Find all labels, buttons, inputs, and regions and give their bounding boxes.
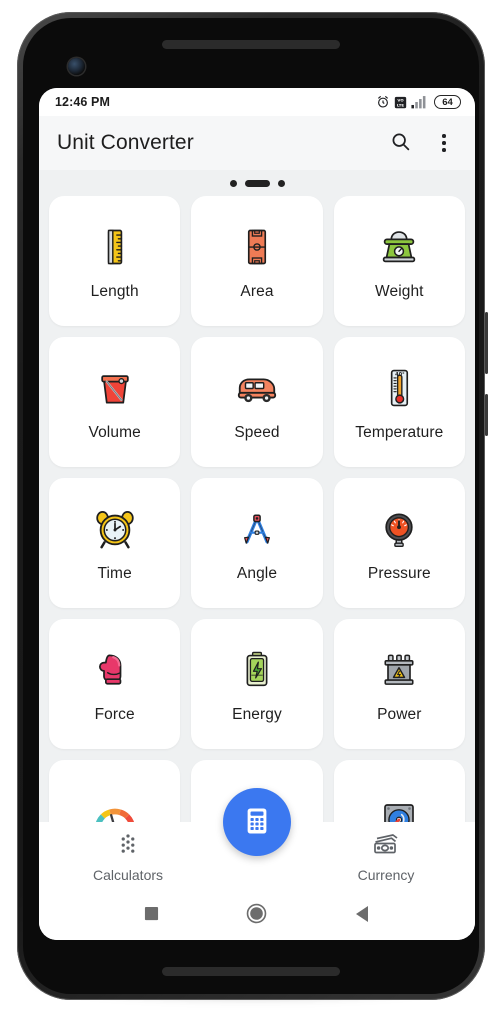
- svg-text:LTE: LTE: [397, 102, 404, 107]
- page-indicator[interactable]: [39, 170, 475, 196]
- svg-text:40°: 40°: [395, 372, 405, 378]
- volte-icon: VO LTE: [394, 96, 407, 109]
- alarm-clock-icon: [90, 504, 140, 554]
- category-label: Weight: [375, 283, 424, 301]
- category-label: Force: [94, 706, 135, 724]
- earpiece-speaker: [162, 40, 340, 49]
- bucket-icon: [90, 363, 140, 413]
- nav-label: Currency: [357, 867, 415, 883]
- category-card-volume[interactable]: Volume: [49, 337, 181, 467]
- kitchen-scale-icon: [374, 222, 424, 272]
- page-title: Unit Converter: [57, 131, 194, 154]
- search-button[interactable]: [383, 126, 417, 160]
- category-card-time[interactable]: Time: [49, 478, 181, 608]
- category-card-pressure[interactable]: Pressure: [333, 478, 465, 608]
- bottom-navigation: Calculators Currency: [39, 788, 475, 892]
- phone-body: 12:46 PM VO LTE 64 Unit Converter Length…: [23, 18, 479, 994]
- category-card-energy[interactable]: Energy: [191, 619, 323, 749]
- category-label: Volume: [88, 424, 141, 442]
- category-card-area[interactable]: Area: [191, 196, 323, 326]
- banknotes-icon: [372, 831, 400, 862]
- nav-item-calculators[interactable]: Calculators: [73, 831, 183, 883]
- android-navigation-bar: [39, 892, 475, 940]
- calculator-fab[interactable]: [223, 788, 291, 856]
- signal-bars-icon: [411, 95, 428, 109]
- category-card-force[interactable]: Force: [49, 619, 181, 749]
- ruler-icon: [90, 222, 140, 272]
- battery-indicator: 64: [434, 95, 461, 109]
- category-card-temperature[interactable]: 40° Temperature: [333, 337, 465, 467]
- category-card-weight[interactable]: Weight: [333, 196, 465, 326]
- home-button[interactable]: [237, 896, 277, 936]
- category-label: Angle: [236, 565, 278, 583]
- dots-cluster-icon: [115, 831, 141, 862]
- phone-mockup: 12:46 PM VO LTE 64 Unit Converter Length…: [0, 0, 502, 1024]
- status-bar: 12:46 PM VO LTE 64: [39, 88, 475, 116]
- transformer-icon: [374, 645, 424, 695]
- search-icon: [390, 131, 411, 155]
- category-label: Speed: [234, 424, 280, 442]
- category-label: Temperature: [355, 424, 444, 442]
- category-card-angle[interactable]: Angle: [191, 478, 323, 608]
- triangle-back-icon: [354, 905, 370, 928]
- category-card-power[interactable]: Power: [333, 619, 465, 749]
- volume-button[interactable]: [485, 394, 488, 436]
- page-dot-active[interactable]: [244, 179, 270, 187]
- battery-bolt-icon: [232, 645, 282, 695]
- van-icon: [232, 363, 282, 413]
- page-dot[interactable]: [229, 179, 237, 187]
- recents-button[interactable]: [132, 896, 172, 936]
- circle-home-icon: [246, 903, 267, 929]
- category-card-speed[interactable]: Speed: [191, 337, 323, 467]
- status-time: 12:46 PM: [55, 95, 110, 109]
- nav-label: Calculators: [92, 867, 164, 883]
- category-label: Length: [90, 283, 139, 301]
- status-icons: VO LTE 64: [376, 95, 461, 109]
- category-label: Power: [377, 706, 422, 724]
- alarm-clock-icon: [376, 95, 390, 109]
- more-vertical-icon: [442, 134, 446, 152]
- nav-item-currency[interactable]: Currency: [331, 831, 441, 883]
- category-label: Energy: [232, 706, 282, 724]
- calculator-icon: [242, 806, 272, 839]
- app-bar: Unit Converter: [39, 116, 475, 170]
- power-button[interactable]: [485, 312, 488, 374]
- category-label: Area: [240, 283, 274, 301]
- bottom-speaker: [162, 967, 340, 976]
- page-dot[interactable]: [277, 179, 285, 187]
- category-label: Pressure: [367, 565, 431, 583]
- field-area-icon: [232, 222, 282, 272]
- overflow-menu-button[interactable]: [427, 126, 461, 160]
- category-label: Time: [97, 565, 132, 583]
- front-camera: [68, 58, 85, 75]
- compass-divider-icon: [232, 504, 282, 554]
- app-bar-actions: [383, 126, 461, 160]
- category-card-length[interactable]: Length: [49, 196, 181, 326]
- back-button[interactable]: [342, 896, 382, 936]
- category-grid: Length Area Weight Volume Speed 40° Temp…: [49, 196, 465, 890]
- pressure-gauge-icon: [374, 504, 424, 554]
- thermometer-icon: 40°: [374, 363, 424, 413]
- phone-frame: 12:46 PM VO LTE 64 Unit Converter Length…: [17, 12, 488, 1000]
- square-recents-icon: [144, 906, 159, 926]
- boxing-glove-icon: [90, 645, 140, 695]
- phone-screen: 12:46 PM VO LTE 64 Unit Converter Length…: [39, 88, 475, 940]
